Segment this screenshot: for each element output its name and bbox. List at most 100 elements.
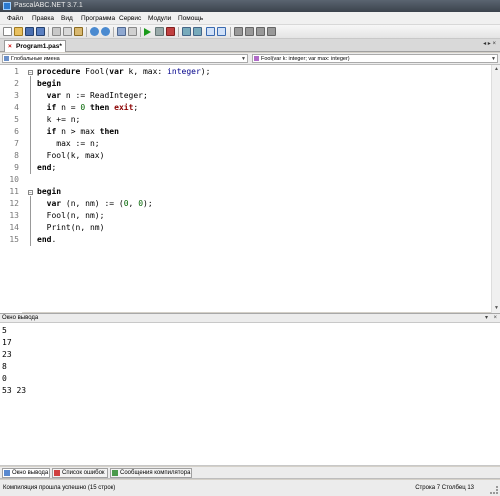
navigation-bar: Глобальные имена ▼ Fool(var k: integer; … [0,53,500,64]
status-bar: Компиляция прошла успешно (15 строк) Стр… [0,480,500,496]
stop-icon[interactable] [166,27,175,36]
col-label: Столбец [441,485,466,491]
tool-icon-1[interactable] [234,27,243,36]
line-number: 9 [14,163,19,172]
tab-compiler-messages[interactable]: Сообщения компилятора [110,468,192,478]
code-line: Fool(k, max) [37,151,105,160]
code-line: end. [37,235,57,244]
redo-icon[interactable] [101,27,110,36]
toolbar [0,25,500,39]
cursor-position: Строка 7 Столбец 13 [415,480,474,496]
line-number: 12 [9,199,19,208]
step-over-icon[interactable] [182,27,191,36]
tool-icon-2[interactable] [245,27,254,36]
line-number-gutter: 1 2 3 4 5 6 7 8 9 10 11 12 13 14 15 [0,65,22,313]
menu-service[interactable]: Сервис [116,12,144,25]
tool-icon-3[interactable] [256,27,265,36]
output-window-icon [4,470,10,476]
tab-error-list-label: Список ошибок [62,470,105,476]
code-editor[interactable]: 1 2 3 4 5 6 7 8 9 10 11 12 13 14 15 − − … [0,64,500,313]
code-line: begin [37,79,62,88]
paste-icon[interactable] [74,27,83,36]
fold-toggle-icon[interactable]: − [28,190,33,196]
tool-icon-4[interactable] [267,27,276,36]
error-list-icon [54,470,60,476]
line-number: 4 [14,103,19,112]
save-all-icon[interactable] [36,27,45,36]
close-icon[interactable]: × [493,314,497,323]
step-into-icon[interactable] [193,27,202,36]
pause-icon[interactable] [155,27,164,36]
tab-error-list[interactable]: Список ошибок [52,468,108,478]
compiler-messages-icon [112,470,118,476]
menu-modules[interactable]: Модули [145,12,174,25]
menu-view[interactable]: Вид [58,12,76,25]
method-icon [254,56,259,61]
resize-grip-icon[interactable] [490,486,498,494]
menu-file[interactable]: Файл [4,12,26,25]
output-line: 5 [2,326,7,335]
output-panel-title: Окно вывода [2,315,39,321]
cut-icon[interactable] [52,27,61,36]
menu-help[interactable]: Помощь [175,12,206,25]
tab-output-window[interactable]: Окно вывода [2,468,50,478]
file-tabs: × Program1.pas* ◂ ▸ × [0,39,500,52]
save-icon[interactable] [25,27,34,36]
scroll-up-icon[interactable]: ▲ [493,66,500,73]
tab-close-icon[interactable]: × [8,41,12,52]
open-folder-icon[interactable] [14,27,23,36]
scope-icon [4,56,9,61]
member-dropdown[interactable]: Fool(var k: integer; var max: integer) ▼ [252,54,498,63]
toggle-panel-icon[interactable] [206,27,215,36]
tab-compiler-messages-label: Сообщения компилятора [120,470,191,476]
output-line: 53 23 [2,386,27,395]
scope-value: Глобальные имена [11,56,60,62]
tab-scroll-arrows-icon[interactable]: ◂ ▸ × [483,40,496,47]
undo-icon[interactable] [90,27,99,36]
format-icon[interactable] [117,27,126,36]
run-icon[interactable] [144,28,151,36]
line-number: 6 [14,127,19,136]
editor-scrollbar[interactable]: ▲ ▼ [491,65,500,313]
output-line: 17 [2,338,12,347]
line-number: 11 [9,187,19,196]
toggle-output-icon[interactable] [217,27,226,36]
line-number: 8 [14,151,19,160]
line-number: 15 [9,235,19,244]
line-number: 10 [9,175,19,184]
bottom-panel-tabs: Окно вывода Список ошибок Сообщения комп… [0,467,500,479]
code-line: var (n, nm) := (0, 0); [46,199,153,208]
output-panel-header: Окно вывода ▾ × [0,313,500,323]
title-bar: PascalABC.NET 3.7.1 [0,0,500,12]
output-line: 0 [2,374,7,383]
line-number: 13 [9,211,19,220]
pin-icon[interactable]: ▾ [485,314,488,323]
code-line: max := n; [37,139,100,148]
tab-program1[interactable]: × Program1.pas* [4,40,66,52]
row-value: 7 [436,485,441,491]
window-title: PascalABC.NET 3.7.1 [14,2,83,9]
menu-bar: Файл Правка Вид Программа Сервис Модули … [0,12,500,25]
tab-output-window-label: Окно вывода [12,470,49,476]
code-line: if n = 0 then exit; [46,103,139,112]
menu-edit[interactable]: Правка [29,12,57,25]
chevron-down-icon: ▼ [241,56,246,62]
app-icon [3,2,11,10]
scroll-down-icon[interactable]: ▼ [493,305,500,312]
code-line: k += n; [37,115,81,124]
chevron-down-icon: ▼ [491,56,496,62]
menu-program[interactable]: Программа [78,12,118,25]
member-value: Fool(var k: integer; var max: integer) [261,56,350,62]
fold-toggle-icon[interactable]: − [28,70,33,76]
line-number: 5 [14,115,19,124]
code-line: end; [37,163,57,172]
code-line: var n := ReadInteger; [46,91,148,100]
line-number: 1 [14,67,19,76]
new-file-icon[interactable] [3,27,12,36]
output-line: 23 [2,350,12,359]
scope-dropdown[interactable]: Глобальные имена ▼ [2,54,248,63]
code-line: procedure Fool(var k, max: integer); [37,67,211,76]
compile-icon[interactable] [128,27,137,36]
output-window[interactable]: 5 17 23 8 0 53 23 [0,323,500,466]
copy-icon[interactable] [63,27,72,36]
